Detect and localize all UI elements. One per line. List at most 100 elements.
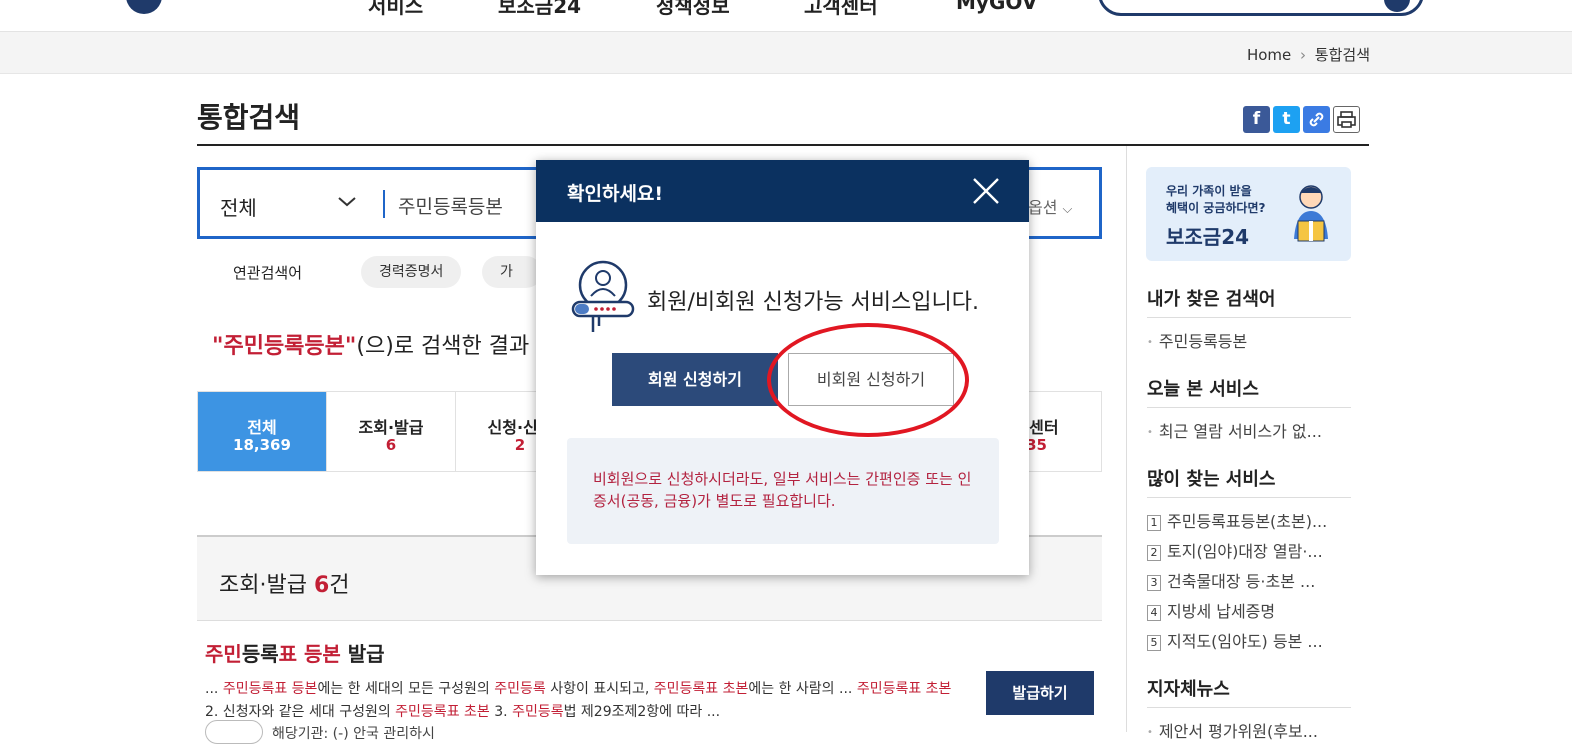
rank-number: 3: [1147, 575, 1161, 591]
subsidy-banner[interactable]: 우리 가족이 받을 혜택이 궁금하다면? 보조금24: [1146, 167, 1351, 261]
desc-text: 법 제29조제2항에 따라 ...: [563, 704, 721, 720]
printer-icon: [1337, 111, 1356, 128]
title-highlight: 표 등본: [278, 642, 341, 666]
title-highlight: 주민: [205, 642, 242, 666]
my-search-item[interactable]: • 주민등록등본: [1147, 328, 1247, 352]
my-search-item-label: 주민등록등본: [1158, 332, 1248, 351]
search-input[interactable]: 주민등록등본: [398, 192, 503, 219]
title-divider: [197, 144, 1369, 146]
popular-item[interactable]: 5 지적도(임야도) 등본 ...: [1147, 628, 1323, 652]
related-keyword-chip[interactable]: 경력증명서: [361, 256, 462, 288]
desc-text: 3.: [489, 704, 513, 720]
popular-item-label: 지적도(임야도) 등본 ...: [1167, 632, 1323, 651]
popular-item-label: 지방세 납세증명: [1167, 602, 1276, 621]
person-with-gift-icon: [1294, 185, 1328, 242]
breadcrumb-bar: Home › 통합검색: [0, 32, 1572, 74]
rank-number: 5: [1147, 635, 1161, 651]
link-copy-icon[interactable]: [1303, 106, 1330, 133]
rank-number: 2: [1147, 545, 1161, 561]
tab-issue[interactable]: 조회·발급 6: [327, 392, 456, 471]
section-title: 조회·발급 6건: [219, 567, 350, 599]
local-news-item[interactable]: • 제안서 평가위원(후보...: [1147, 718, 1318, 742]
dialog-message: 회원/비회원 신청가능 서비스입니다.: [647, 290, 979, 315]
issue-button[interactable]: 발급하기: [986, 671, 1094, 715]
nav-item-support[interactable]: 고객센터: [804, 0, 878, 19]
bullet-icon: •: [1147, 337, 1153, 348]
popular-item-label: 토지(임야)대장 열람·...: [1167, 542, 1323, 561]
breadcrumb-home[interactable]: Home: [1247, 46, 1291, 64]
tab-label: 전체: [247, 418, 277, 437]
nav-item-mygov[interactable]: MyGOV: [956, 0, 1037, 14]
section-title-text: 조회·발급: [219, 573, 307, 598]
title-text: 등록: [241, 642, 279, 666]
dialog-notice-text: 비회원으로 신청하시더라도, 일부 서비스는 간편인증 또는 인증서(공동, 금…: [593, 470, 972, 510]
nav-item-service[interactable]: 서비스: [368, 0, 423, 19]
popular-item[interactable]: 2 토지(임야)대장 열람·...: [1147, 538, 1323, 562]
tab-label: 조회·발급: [358, 418, 424, 437]
agency-badge: [205, 720, 263, 744]
chevron-down-icon[interactable]: [336, 190, 358, 217]
search-options-toggle[interactable]: 옵션 ⌵: [1028, 194, 1072, 218]
desc-highlight: 주민등록표 등본: [222, 681, 318, 697]
search-category-select[interactable]: 전체: [220, 192, 257, 221]
search-result-summary: "주민등록등본"(으)로 검색한 결과: [212, 328, 529, 360]
bullet-icon: •: [1147, 727, 1153, 738]
result-item-description: ... 주민등록표 등본에는 한 세대의 모든 구성원의 주민등록 사항이 표시…: [205, 678, 965, 724]
agency-text: 해당기관: (-) 안국 관리하시: [272, 726, 435, 742]
popular-item-label: 주민등록표등본(초본)...: [1167, 512, 1328, 531]
banner-title: 보조금24: [1166, 225, 1250, 249]
site-logo[interactable]: [126, 0, 162, 14]
facebook-share-icon[interactable]: f: [1243, 106, 1270, 133]
sidebar-rule: [1147, 497, 1351, 498]
result-item-title[interactable]: 주민등록표 등본 발급: [205, 638, 385, 667]
user-verification-icon: [571, 260, 635, 332]
desc-highlight: 주민등록: [494, 681, 546, 697]
related-keyword-chip[interactable]: 가족관계: [482, 256, 542, 288]
nav-item-policy[interactable]: 정책정보: [656, 0, 730, 19]
print-button[interactable]: [1333, 106, 1360, 133]
dialog-header: 확인하세요!: [536, 160, 1029, 222]
member-apply-button[interactable]: 회원 신청하기: [612, 353, 778, 406]
my-search-heading: 내가 찾은 검색어: [1147, 289, 1276, 310]
title-text: 발급: [340, 642, 385, 666]
tab-all[interactable]: 전체 18,369: [198, 392, 327, 471]
banner-line: 우리 가족이 받을: [1166, 184, 1252, 198]
nonmember-apply-button[interactable]: 비회원 신청하기: [788, 353, 954, 406]
result-suffix: (으)로 검색한 결과: [356, 334, 530, 359]
desc-text: 사항이 표시되고,: [545, 681, 654, 697]
desc-highlight: 주민등록표 초본: [653, 681, 749, 697]
today-viewed-item: • 최근 열람 서비스가 없...: [1147, 418, 1322, 442]
breadcrumb: Home › 통합검색: [1247, 44, 1370, 65]
popular-item[interactable]: 3 건축물대장 등·초본 ...: [1147, 568, 1315, 592]
desc-text: ...: [205, 681, 223, 697]
text-cursor: [383, 190, 385, 218]
search-options-label: 옵션: [1028, 198, 1058, 217]
desc-text: 에는 한 세대의 모든 구성원의: [317, 681, 495, 697]
related-keywords-label: 연관검색어: [233, 264, 303, 282]
bullet-icon: •: [1147, 427, 1153, 438]
tab-count: 18,369: [233, 436, 291, 454]
dialog-notice-box: 비회원으로 신청하시더라도, 일부 서비스는 간편인증 또는 인증서(공동, 금…: [567, 438, 999, 544]
desc-highlight: 주민등록표 초본: [395, 704, 490, 720]
breadcrumb-separator-icon: ›: [1300, 46, 1307, 64]
nav-item-subsidy[interactable]: 보조금24: [498, 0, 581, 19]
close-icon[interactable]: [969, 174, 1003, 208]
desc-highlight: 주민등록: [512, 704, 564, 720]
twitter-share-icon[interactable]: t: [1273, 106, 1300, 133]
popular-item[interactable]: 4 지방세 납세증명: [1147, 598, 1275, 622]
rank-number: 4: [1147, 605, 1161, 621]
page-title: 통합검색: [197, 101, 301, 134]
sidebar-rule: [1147, 317, 1351, 318]
top-search-input[interactable]: [1098, 0, 1424, 16]
banner-caption: 우리 가족이 받을 혜택이 궁금하다면?: [1166, 183, 1265, 217]
desc-text: 2. 신청자와 같은 세대 구성원의: [205, 704, 396, 720]
result-keyword: "주민등록등본": [212, 334, 357, 359]
popular-item[interactable]: 1 주민등록표등본(초본)...: [1147, 508, 1327, 532]
popular-item-label: 건축물대장 등·초본 ...: [1167, 572, 1316, 591]
popular-heading: 많이 찾는 서비스: [1147, 469, 1276, 490]
link-icon: [1309, 112, 1324, 127]
sidebar-rule: [1147, 707, 1351, 708]
tab-count: 6: [385, 436, 397, 454]
breadcrumb-current: 통합검색: [1314, 46, 1370, 64]
chevron-down-small-icon: ⌵: [1062, 202, 1073, 217]
